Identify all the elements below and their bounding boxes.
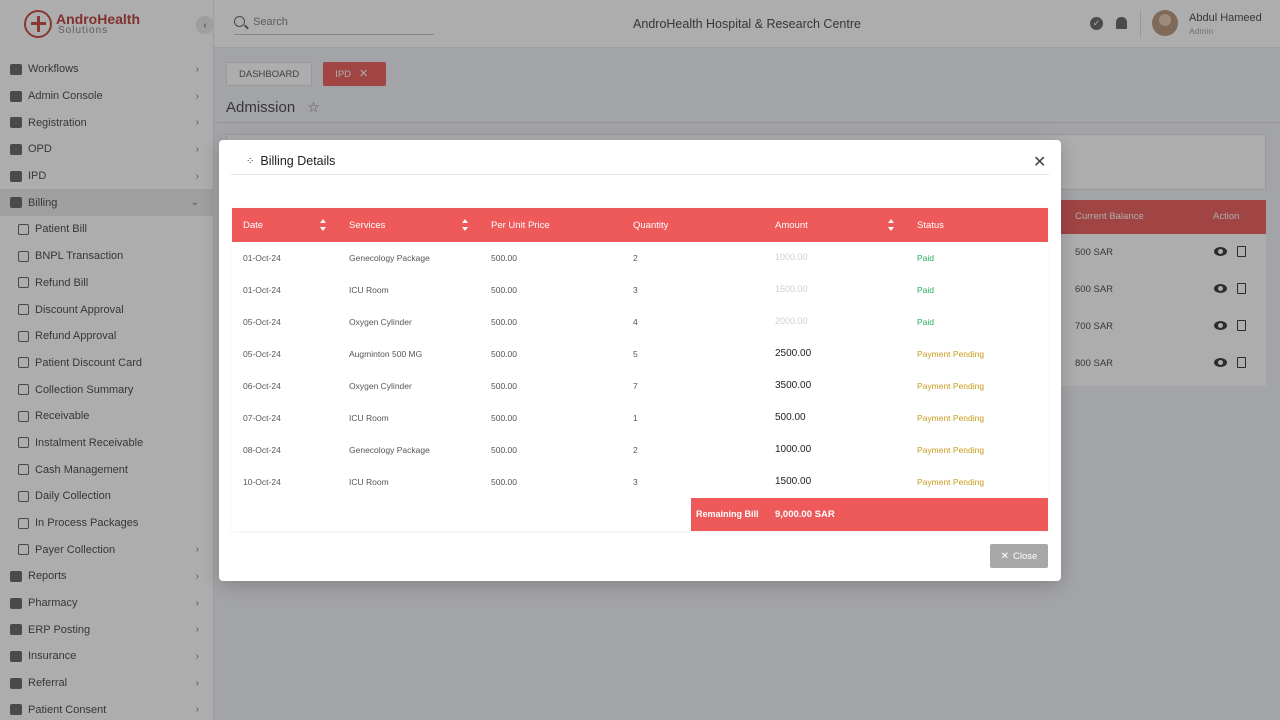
remaining-bill-bar: Remaining Bill 9,000.00 SAR	[691, 498, 1048, 531]
modal-title: Billing Details	[260, 154, 336, 168]
quantity-cell: 5	[633, 349, 638, 359]
header-date[interactable]: Date	[243, 220, 263, 231]
service-cell: ICU Room	[349, 285, 389, 295]
date-cell: 10-Oct-24	[243, 477, 281, 487]
sort-icon[interactable]	[320, 219, 327, 231]
status-cell: Paid	[917, 285, 935, 295]
price-cell: 500.00	[491, 477, 517, 487]
amount-cell: 2500.00	[775, 348, 812, 359]
status-cell: Paid	[917, 317, 935, 327]
price-cell: 500.00	[491, 317, 517, 327]
status-cell: Paid	[917, 253, 935, 263]
service-cell: Augminton 500 MG	[349, 349, 423, 359]
service-cell: Oxygen Cylinder	[349, 317, 412, 327]
amount-cell: 1500.00	[775, 476, 812, 487]
price-cell: 500.00	[491, 253, 517, 263]
price-cell: 500.00	[491, 349, 517, 359]
header-status: Status	[917, 220, 944, 231]
amount-cell: 1000.00	[775, 444, 812, 455]
date-cell: 08-Oct-24	[243, 445, 281, 455]
billing-details-modal: ⁘ Billing Details ✕ Date Services Per Un…	[219, 140, 1061, 581]
remaining-bill-value: 9,000.00 SAR	[775, 509, 835, 520]
remaining-bill-label: Remaining Bill	[696, 509, 759, 519]
status-cell: Payment Pending	[917, 381, 985, 391]
date-cell: 05-Oct-24	[243, 317, 281, 327]
quantity-cell: 3	[633, 477, 638, 487]
table-row: 10-Oct-24 ICU Room 500.00 3 1500.00 Payment P…	[232, 466, 1048, 498]
header-amount[interactable]: Amount	[775, 220, 808, 231]
price-cell: 500.00	[491, 413, 517, 423]
status-cell: Payment Pending	[917, 477, 985, 487]
sort-icon[interactable]	[462, 219, 469, 231]
loader-icon: ⁘	[246, 155, 255, 167]
close-icon[interactable]: ✕	[1033, 152, 1046, 172]
price-cell: 500.00	[491, 285, 517, 295]
quantity-cell: 2	[633, 445, 638, 455]
service-cell: Genecology Package	[349, 445, 430, 455]
close-button[interactable]: ✕ Close	[990, 544, 1048, 568]
status-cell: Payment Pending	[917, 413, 985, 423]
table-row: 01-Oct-24 ICU Room 500.00 3 1500.00 Paid	[232, 274, 1048, 306]
table-row: 01-Oct-24 Genecology Package 500.00 2 1000.0…	[232, 242, 1048, 274]
table-row: 06-Oct-24 Oxygen Cylinder 500.00 7 3500.00 Pa…	[232, 370, 1048, 402]
service-cell: Genecology Package	[349, 253, 430, 263]
amount-cell: 1500.00	[775, 284, 808, 294]
date-cell: 01-Oct-24	[243, 253, 281, 263]
table-row: 08-Oct-24 Genecology Package 500.00 2 1000.0…	[232, 434, 1048, 466]
close-button-label: Close	[1013, 550, 1038, 562]
service-cell: ICU Room	[349, 477, 389, 487]
amount-cell: 2000.00	[775, 316, 808, 326]
sort-icon[interactable]	[888, 219, 895, 231]
amount-cell: 1000.00	[775, 252, 808, 262]
status-cell: Payment Pending	[917, 349, 985, 359]
status-cell: Payment Pending	[917, 445, 985, 455]
close-icon: ✕	[1000, 550, 1010, 562]
table-row: 05-Oct-24 Oxygen Cylinder 500.00 4 2000.00 Pa…	[232, 306, 1048, 338]
service-cell: ICU Room	[349, 413, 389, 423]
service-cell: Oxygen Cylinder	[349, 381, 412, 391]
quantity-cell: 2	[633, 253, 638, 263]
quantity-cell: 1	[633, 413, 638, 423]
date-cell: 05-Oct-24	[243, 349, 281, 359]
date-cell: 06-Oct-24	[243, 381, 281, 391]
billing-table-header: Date Services Per Unit Price Quantity Am…	[232, 208, 1048, 242]
header-per-unit-price: Per Unit Price	[491, 220, 550, 231]
price-cell: 500.00	[491, 445, 517, 455]
amount-cell: 500.00	[775, 412, 806, 423]
header-services[interactable]: Services	[349, 220, 385, 231]
date-cell: 07-Oct-24	[243, 413, 281, 423]
quantity-cell: 3	[633, 285, 638, 295]
billing-table: Date Services Per Unit Price Quantity Am…	[232, 208, 1048, 531]
table-row: 07-Oct-24 ICU Room 500.00 1 500.00 Payment Pe…	[232, 402, 1048, 434]
quantity-cell: 7	[633, 381, 638, 391]
date-cell: 01-Oct-24	[243, 285, 281, 295]
modal-divider	[231, 174, 1049, 175]
header-quantity: Quantity	[633, 220, 669, 231]
price-cell: 500.00	[491, 381, 517, 391]
amount-cell: 3500.00	[775, 380, 812, 391]
table-row: 05-Oct-24 Augminton 500 MG 500.00 5 2500.00 P…	[232, 338, 1048, 370]
quantity-cell: 4	[633, 317, 638, 327]
